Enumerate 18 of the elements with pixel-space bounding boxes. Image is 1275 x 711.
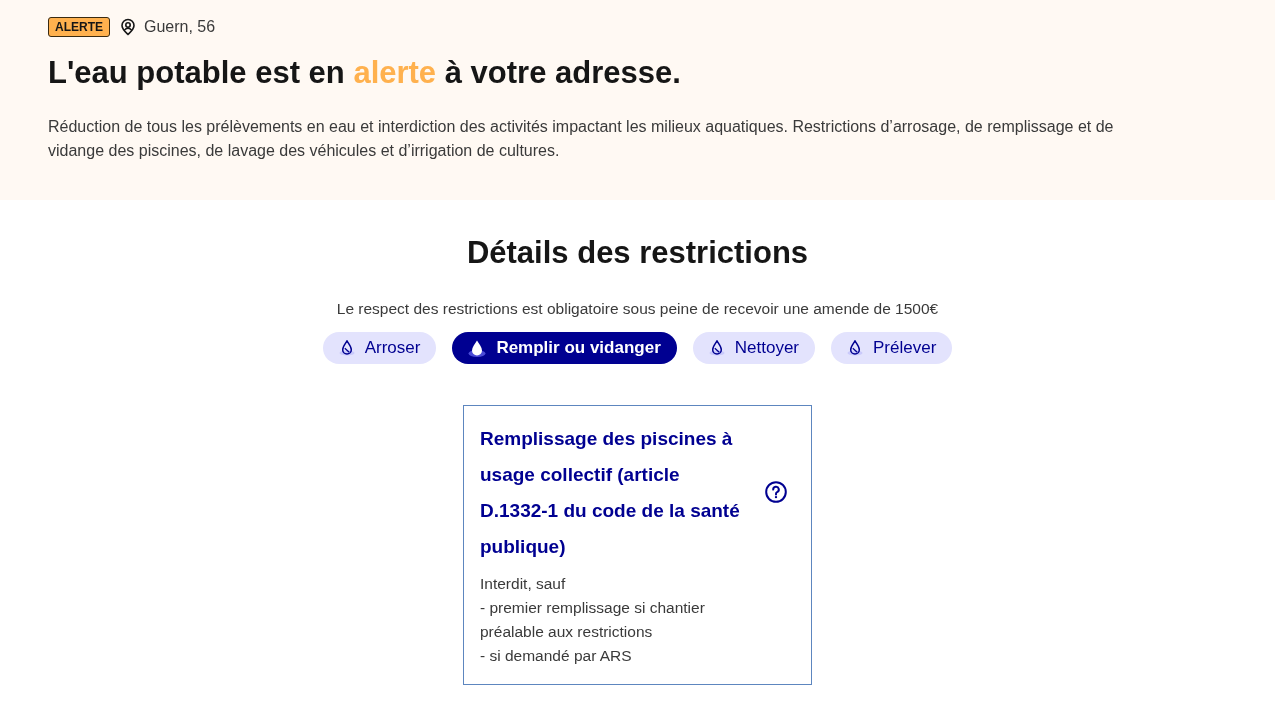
alert-description: Réduction de tous les prélèvements en eau et interdiction des activités impactant les milieux aquatiques. Restrictions d’arrosage, de remplissage et de vidange des piscines, de lavage des véhicules et d’irrigation de cultures. bbox=[48, 117, 1115, 161]
category-tag[interactable]: Prélever bbox=[831, 332, 953, 364]
water-drop-icon bbox=[708, 340, 725, 356]
restriction-title: Remplissage des piscines à usage collectif (article D.1332-1 du code de la santé publique) bbox=[480, 427, 741, 559]
category-tag[interactable]: Remplir ou vidanger bbox=[452, 332, 677, 364]
alert-title: L'eau potable est en alerte à votre adresse. bbox=[48, 54, 682, 92]
fine-notice: Le respect des restrictions est obligatoire sous peine de recevoir une amende de 1500€ bbox=[336, 299, 939, 319]
category-tag[interactable]: Nettoyer bbox=[692, 332, 815, 364]
category-tag[interactable]: Arroser bbox=[322, 332, 437, 364]
location-text: Guern, 56 bbox=[144, 18, 216, 36]
water-drop-icon bbox=[338, 340, 355, 356]
section-heading: Détails des restrictions bbox=[466, 234, 809, 272]
help-icon[interactable] bbox=[765, 481, 787, 503]
alert-badge: ALERTE bbox=[48, 17, 110, 37]
restriction-description: Interdit, sauf - premier remplissage si chantier préalable aux restrictions - si demandé par ARS bbox=[480, 574, 706, 666]
location-pin-icon bbox=[120, 18, 136, 36]
water-drop-icon bbox=[847, 340, 863, 356]
water-drop-icon bbox=[468, 339, 487, 357]
